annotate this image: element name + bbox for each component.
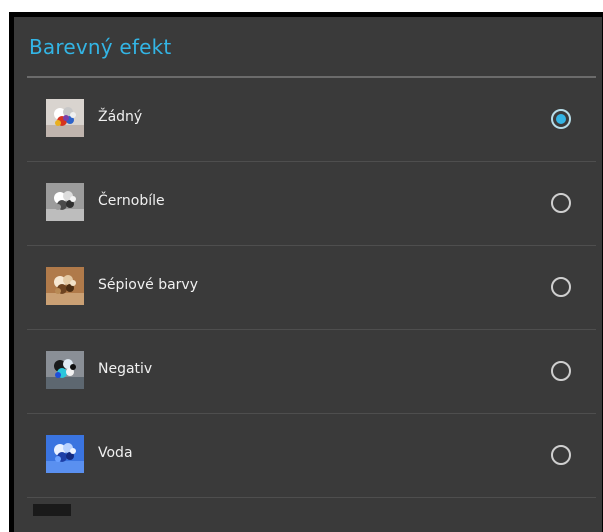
option-sepia[interactable]: Sépiové barvy — [27, 246, 596, 330]
radio-unchecked-icon[interactable] — [551, 361, 571, 381]
mono-effect-thumbnail-icon — [46, 183, 84, 221]
radio-unchecked-icon[interactable] — [551, 445, 571, 465]
option-none[interactable]: Žádný — [27, 78, 596, 162]
option-aqua[interactable]: Voda — [27, 414, 596, 498]
radio-checked-icon[interactable] — [551, 109, 571, 129]
screen: Barevný efekt Žádný Černobíle Sépiové ba… — [0, 0, 603, 532]
next-option-thumbnail-icon — [33, 504, 71, 516]
dialog-panel: Barevný efekt Žádný Černobíle Sépiové ba… — [14, 17, 602, 532]
radio-unchecked-icon[interactable] — [551, 277, 571, 297]
negative-effect-thumbnail-icon — [46, 351, 84, 389]
option-label: Negativ — [98, 361, 153, 377]
radio-unchecked-icon[interactable] — [551, 193, 571, 213]
sepia-effect-thumbnail-icon — [46, 267, 84, 305]
option-label: Voda — [98, 445, 133, 461]
option-mono[interactable]: Černobíle — [27, 162, 596, 246]
option-label: Žádný — [98, 109, 143, 125]
none-effect-thumbnail-icon — [46, 99, 84, 137]
option-label: Černobíle — [98, 193, 165, 209]
dialog-title: Barevný efekt — [29, 35, 172, 59]
option-negative[interactable]: Negativ — [27, 330, 596, 414]
option-label: Sépiové barvy — [98, 277, 198, 293]
effect-options-list: Žádný Černobíle Sépiové barvy Negativ Vo… — [27, 78, 596, 498]
color-effect-dialog: Barevný efekt Žádný Černobíle Sépiové ba… — [9, 12, 603, 532]
aqua-effect-thumbnail-icon — [46, 435, 84, 473]
